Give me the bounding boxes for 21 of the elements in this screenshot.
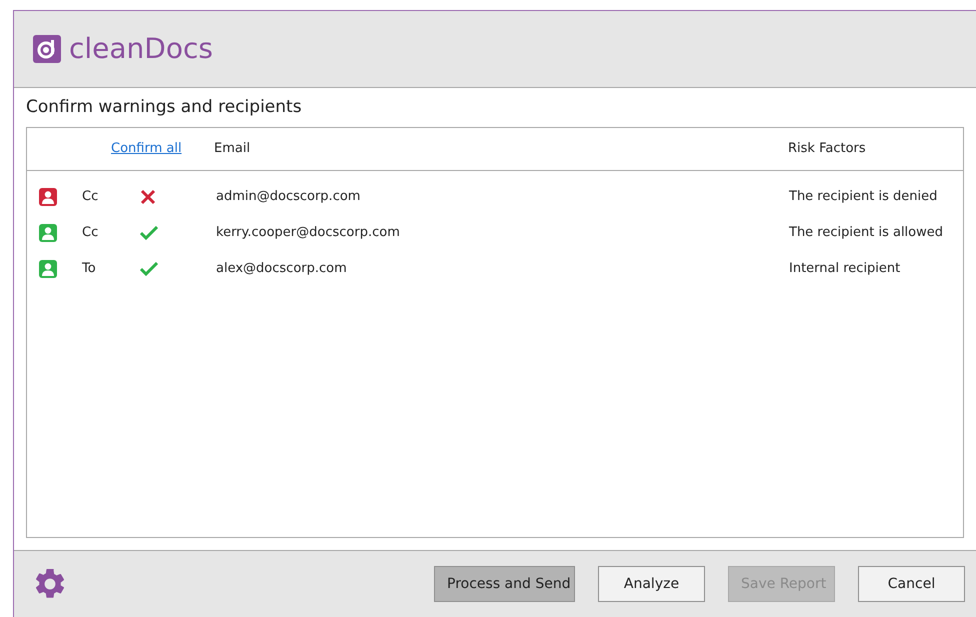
email-address: alex@docscorp.com (216, 260, 347, 276)
column-header: Email (214, 140, 252, 158)
risk-factor: The recipient is denied (789, 188, 938, 206)
risk-factor: The recipient is allowed (789, 224, 944, 242)
recipient-type: Cc (82, 224, 98, 240)
check-icon[interactable] (140, 262, 158, 276)
cross-icon[interactable] (140, 188, 156, 204)
email-address: kerry.cooper@docscorp.com (216, 224, 400, 240)
dialog-button[interactable]: Analyze (598, 566, 705, 602)
dialog-heading: Confirm warnings and recipients (26, 96, 302, 119)
column-header: Risk Factors (788, 140, 866, 158)
dialog-button[interactable]: Cancel (858, 566, 965, 602)
dialog-button[interactable]: Process and Send (434, 566, 575, 602)
logo-icon (33, 35, 61, 63)
recipient-type: To (82, 260, 96, 276)
confirm-all-link[interactable]: Confirm all (111, 138, 214, 158)
risk-factor: Internal recipient (789, 260, 900, 278)
recipient-type: Cc (82, 188, 98, 204)
email-address: admin@docscorp.com (216, 188, 360, 204)
check-icon[interactable] (140, 226, 158, 240)
logo-text: cleanDocs (69, 35, 213, 63)
